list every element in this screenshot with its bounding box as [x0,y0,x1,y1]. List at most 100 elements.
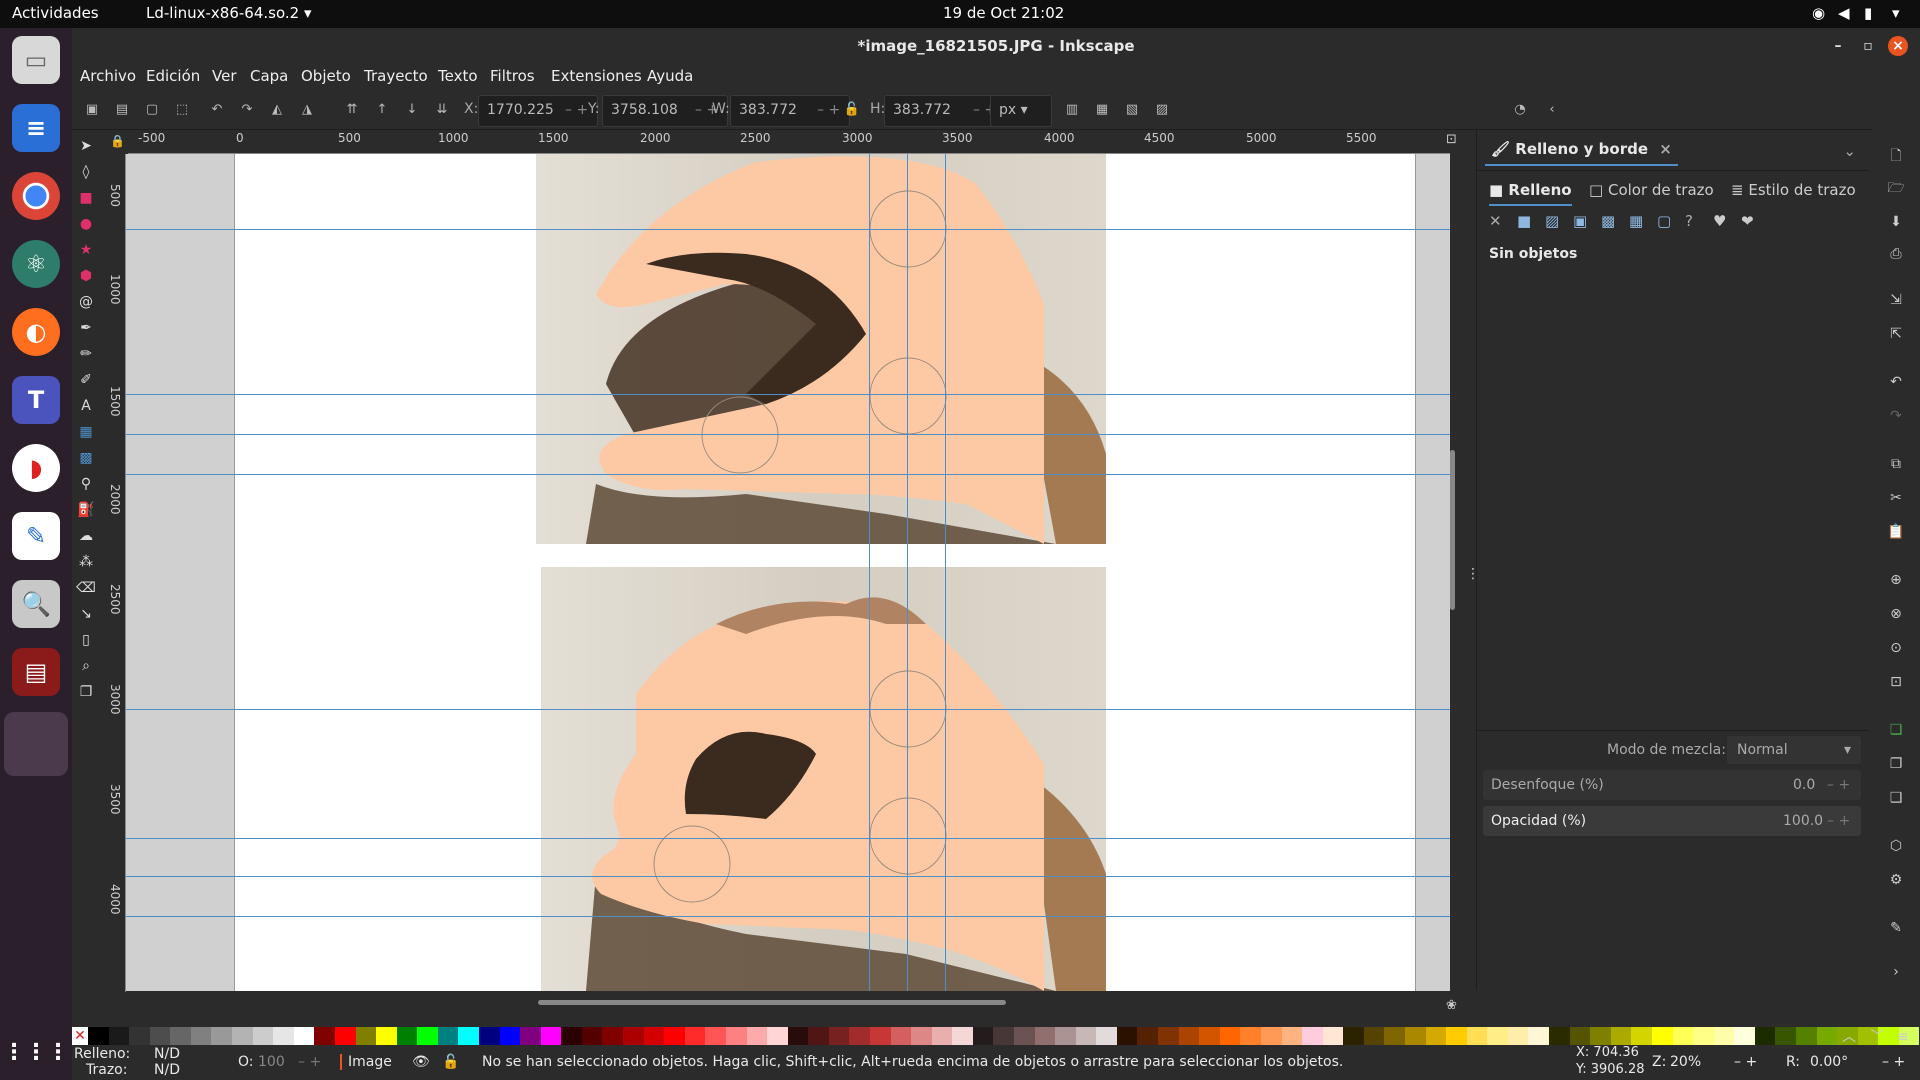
app-dark-icon[interactable]: ▤ [12,648,60,696]
lock-icon[interactable]: 🔓 [842,100,862,120]
zoom-field[interactable]: 20% [1670,1054,1701,1070]
group-icon[interactable]: ⬡ [1886,836,1906,856]
guide-line[interactable] [126,474,1450,475]
color-manage-icon[interactable]: ❀ [1446,998,1466,1018]
panel-menu-icon[interactable]: ⌄ [1843,142,1856,160]
guide-line[interactable] [869,154,870,991]
print-icon[interactable]: ⎙ [1886,244,1906,264]
atom-icon[interactable]: ⚛ [12,240,60,288]
menu-ver[interactable]: Ver [212,67,237,85]
show-apps-icon[interactable]: ⋮⋮⋮ [3,1028,69,1076]
menu-filtros[interactable]: Filtros [490,67,535,85]
zoom-selection-icon[interactable]: ⊕ [1886,570,1906,590]
color-swatch[interactable] [684,1027,706,1045]
calligraphy-tool-icon[interactable]: ✐ [76,370,96,390]
color-swatch[interactable] [211,1027,233,1045]
lower-to-bottom-icon[interactable]: ⇊ [432,100,452,120]
panel-tab[interactable]: 🖌 Relleno y borde × [1485,136,1678,166]
palette-menu-icon[interactable]: ≡ [1897,1029,1909,1045]
subtab-stroke-paint[interactable]: □ Color de trazo [1589,178,1714,204]
vertical-ruler[interactable]: 500 1000 1500 2000 2500 3000 3500 4000 [102,154,126,992]
scale-corners-icon[interactable]: ▦ [1092,100,1112,120]
color-swatch[interactable] [540,1027,562,1045]
guide-line[interactable] [907,154,908,991]
node-tool-icon[interactable]: ◊ [76,162,96,182]
scale-stroke-icon[interactable]: ▥ [1062,100,1082,120]
lower-icon[interactable]: ↓ [402,100,422,120]
ungroup-icon[interactable]: ⚙ [1886,870,1906,890]
snap-toggle-icon[interactable]: ◔ [1510,100,1530,120]
color-swatch[interactable] [520,1027,541,1045]
select-all-layers-icon[interactable]: ▤ [112,100,132,120]
color-swatch[interactable] [1199,1027,1220,1045]
flat-color-icon[interactable]: ■ [1517,212,1539,230]
flip-vertical-icon[interactable]: ◮ [297,100,317,120]
menu-ayuda[interactable]: Ayuda [647,67,693,85]
gradient-tool-icon[interactable]: ▦ [76,422,96,442]
rectangle-tool-icon[interactable]: ■ [76,188,96,208]
color-swatch[interactable] [1281,1027,1303,1045]
activities-button[interactable]: Actividades [12,4,99,22]
stroke-indicator-value[interactable]: N/D [154,1062,180,1078]
pencil-tool-icon[interactable]: ✏ [76,344,96,364]
export-icon[interactable]: ⇱ [1886,324,1906,344]
bezier-tool-icon[interactable]: ✒ [76,318,96,338]
layer-visibility-icon[interactable]: 👁 [412,1054,430,1070]
color-swatch[interactable] [1343,1027,1364,1045]
color-swatch[interactable] [890,1027,912,1045]
color-swatch[interactable] [499,1027,521,1045]
color-swatch[interactable] [787,1027,809,1045]
unlink-clone-icon[interactable]: ❑ [1886,788,1906,808]
no-paint-icon[interactable]: ✕ [1489,212,1511,230]
color-swatch[interactable] [1795,1027,1817,1045]
color-swatch[interactable] [1590,1027,1611,1045]
flip-horizontal-icon[interactable]: ◭ [267,100,287,120]
horizontal-scrollbar[interactable] [538,1000,1006,1005]
guide-line[interactable] [126,838,1450,839]
color-swatch[interactable] [869,1027,891,1045]
color-swatch[interactable] [1734,1027,1755,1045]
no-color-swatch-icon[interactable]: ✕ [72,1027,88,1045]
color-swatch[interactable] [1672,1027,1694,1045]
rotate-ccw-icon[interactable]: ↶ [207,100,227,120]
star-tool-icon[interactable]: ★ [76,240,96,260]
menu-archivo[interactable]: Archivo [80,67,136,85]
maximize-icon[interactable]: ▫ [1858,36,1878,56]
color-swatch[interactable] [293,1027,315,1045]
save-icon[interactable]: ⬇ [1886,212,1906,232]
import-icon[interactable]: ⇲ [1886,290,1906,310]
color-swatch[interactable] [129,1027,150,1045]
color-swatch[interactable] [1466,1027,1488,1045]
deselect-icon[interactable]: ▢ [142,100,162,120]
zoom-corner-icon[interactable]: ⊡ [1446,132,1466,152]
color-swatch[interactable] [1610,1027,1632,1045]
volume-icon[interactable]: ◀ [1838,4,1850,22]
app-menu[interactable]: Ld-linux-x86-64.so.2 ▾ [146,4,312,22]
color-swatch[interactable] [1219,1027,1241,1045]
w-field[interactable]: 383.772– + [730,95,850,127]
fill-rule-nonzero-icon[interactable]: ❤ [1741,212,1763,230]
new-document-icon[interactable]: 🗋 [1886,146,1906,166]
color-swatch[interactable] [1055,1027,1076,1045]
mesh-gradient-icon[interactable]: ▩ [1601,212,1623,230]
battery-icon[interactable]: ▮ [1864,4,1872,22]
move-patterns-icon[interactable]: ▨ [1152,100,1172,120]
color-swatch[interactable] [1158,1027,1179,1045]
screenshot-icon[interactable]: 🔍 [12,580,60,628]
x-field[interactable]: 1770.225– + [478,95,598,127]
vertical-scrollbar[interactable] [1450,450,1455,610]
opacity-value[interactable]: 100.0 [1783,806,1823,836]
color-swatch[interactable] [1754,1027,1776,1045]
spiral-tool-icon[interactable]: @ [76,292,96,312]
color-swatch[interactable] [1034,1027,1056,1045]
color-swatch[interactable] [746,1027,768,1045]
color-swatch[interactable] [1507,1027,1529,1045]
opacity-stepper[interactable]: – + [1827,806,1850,836]
color-swatch[interactable] [1425,1027,1447,1045]
guide-line[interactable] [126,229,1450,230]
open-icon[interactable]: 🗁 [1886,178,1906,198]
raise-to-top-icon[interactable]: ⇈ [342,100,362,120]
clock[interactable]: 19 de Oct 21:02 [943,4,1064,22]
text-tool-icon[interactable]: A [76,396,96,416]
color-swatch[interactable] [1116,1027,1138,1045]
